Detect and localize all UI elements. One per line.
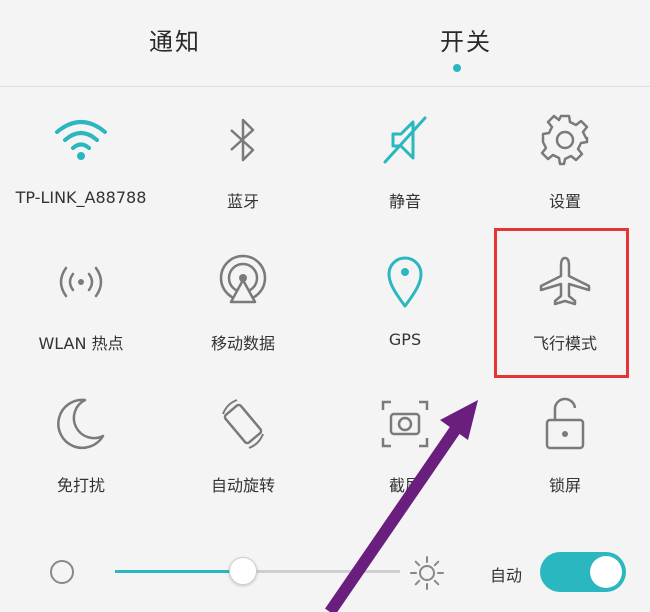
brightness-high-icon xyxy=(408,554,446,592)
brightness-slider-thumb[interactable] xyxy=(229,557,258,585)
toggle-label: 锁屏 xyxy=(548,476,581,495)
brightness-low-icon xyxy=(50,560,74,584)
toggle-mobile-data[interactable]: 移动数据 xyxy=(162,250,324,370)
brightness-slider[interactable] xyxy=(115,557,400,585)
toggle-label: 移动数据 xyxy=(210,334,275,353)
toggle-settings[interactable]: 设置 xyxy=(484,108,646,228)
quick-settings-screen: 通知 开关 TP-LINK_A88788 蓝牙 静音 设置 WLAN 热点 移动… xyxy=(0,0,650,612)
brightness-slider-fill xyxy=(115,570,244,573)
brightness-bar: 自动 xyxy=(0,540,650,612)
toggle-label: 自动旋转 xyxy=(210,476,275,495)
toggle-bluetooth[interactable]: 蓝牙 xyxy=(162,108,324,228)
toggle-label: 免打扰 xyxy=(56,476,105,495)
gear-icon xyxy=(533,108,597,172)
toggle-mute[interactable]: 静音 xyxy=(324,108,486,228)
toggle-label: 静音 xyxy=(388,192,421,211)
hotspot-icon xyxy=(49,250,113,314)
tab-bar: 通知 开关 xyxy=(0,0,650,86)
active-tab-indicator xyxy=(453,64,461,72)
toggle-label: TP-LINK_A88788 xyxy=(15,188,147,207)
wifi-icon xyxy=(49,108,113,172)
highlight-frame xyxy=(494,228,629,378)
camera-icon xyxy=(373,392,437,456)
toggle-label: GPS xyxy=(388,330,422,349)
tab-divider xyxy=(0,86,650,87)
auto-brightness-switch[interactable] xyxy=(540,552,626,592)
auto-brightness-switch-knob xyxy=(590,556,622,588)
toggle-wifi[interactable]: TP-LINK_A88788 xyxy=(0,108,162,228)
toggle-label: 蓝牙 xyxy=(226,192,259,211)
toggle-label: 设置 xyxy=(548,192,581,211)
toggle-screenshot[interactable]: 截屏 xyxy=(324,392,486,512)
toggle-label: 截屏 xyxy=(388,476,421,495)
auto-brightness-label: 自动 xyxy=(490,566,523,585)
location-pin-icon xyxy=(373,250,437,314)
tab-switches[interactable]: 开关 xyxy=(386,22,546,57)
toggle-hotspot[interactable]: WLAN 热点 xyxy=(0,250,162,370)
toggle-auto-rotate[interactable]: 自动旋转 xyxy=(162,392,324,512)
rotate-icon xyxy=(211,392,275,456)
tab-notifications[interactable]: 通知 xyxy=(95,22,255,57)
bluetooth-icon xyxy=(211,108,275,172)
toggle-label: WLAN 热点 xyxy=(38,334,124,353)
toggle-gps[interactable]: GPS xyxy=(324,250,486,370)
unlock-icon xyxy=(533,392,597,456)
mobile-data-icon xyxy=(211,250,275,314)
toggle-lock-screen[interactable]: 锁屏 xyxy=(484,392,646,512)
toggle-do-not-disturb[interactable]: 免打扰 xyxy=(0,392,162,512)
mute-icon xyxy=(373,108,437,172)
moon-icon xyxy=(49,392,113,456)
